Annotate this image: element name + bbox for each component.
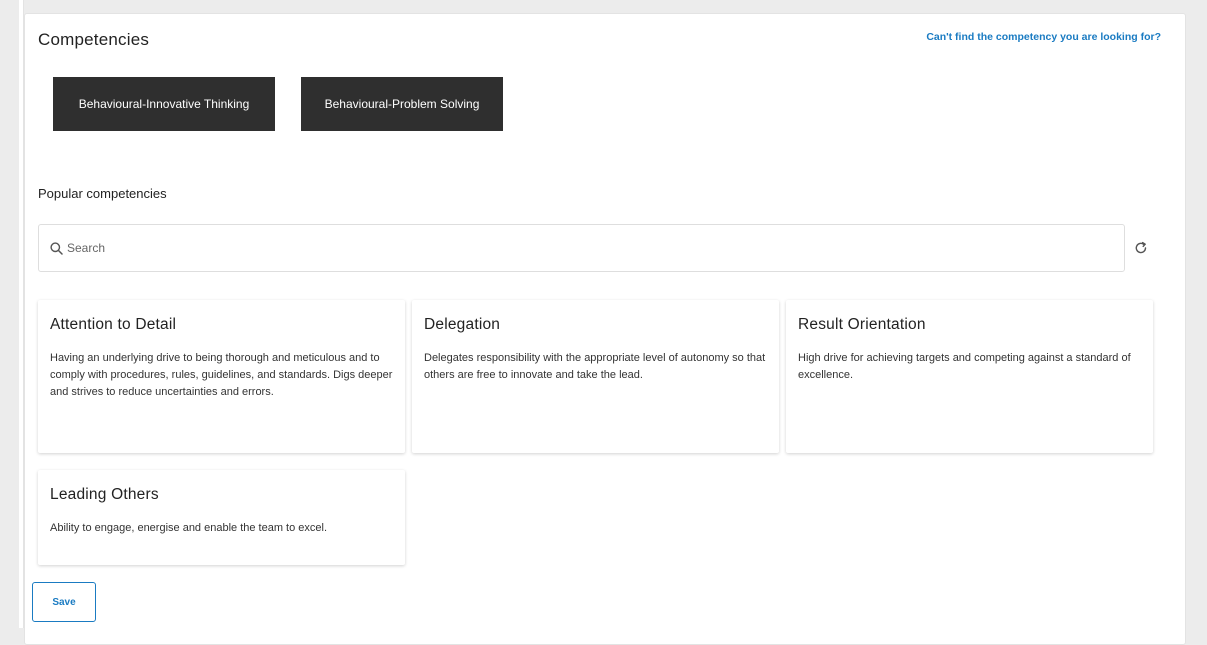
competency-card[interactable]: Attention to Detail Having an underlying… xyxy=(38,300,405,453)
card-description: Ability to engage, energise and enable t… xyxy=(50,522,328,534)
selected-competency-chip[interactable]: Behavioural-Innovative Thinking xyxy=(53,77,275,131)
competency-card[interactable]: Leading Others Ability to engage, energi… xyxy=(38,470,405,565)
popular-competencies-heading: Popular competencies xyxy=(38,186,167,201)
search-icon xyxy=(49,241,63,255)
search-box[interactable] xyxy=(38,224,1125,272)
card-title: Result Orientation xyxy=(798,316,926,333)
card-description: Having an underlying drive to being thor… xyxy=(50,352,393,398)
competencies-panel: Competencies Can't find the competency y… xyxy=(24,13,1186,645)
competency-card[interactable]: Delegation Delegates responsibility with… xyxy=(412,300,779,453)
card-description: High drive for achieving targets and com… xyxy=(798,352,1131,381)
card-description: Delegates responsibility with the approp… xyxy=(424,352,766,381)
cant-find-competency-link[interactable]: Can't find the competency you are lookin… xyxy=(926,31,1161,43)
card-title: Delegation xyxy=(424,316,501,333)
selected-competency-chip[interactable]: Behavioural-Problem Solving xyxy=(301,77,503,131)
save-button[interactable]: Save xyxy=(32,582,96,622)
card-title: Leading Others xyxy=(50,486,159,503)
refresh-icon[interactable] xyxy=(1133,240,1149,256)
competency-card[interactable]: Result Orientation High drive for achiev… xyxy=(786,300,1153,453)
card-title: Attention to Detail xyxy=(50,316,177,333)
page-title: Competencies xyxy=(38,30,150,49)
search-input[interactable] xyxy=(65,240,1069,256)
left-gutter xyxy=(0,0,19,628)
